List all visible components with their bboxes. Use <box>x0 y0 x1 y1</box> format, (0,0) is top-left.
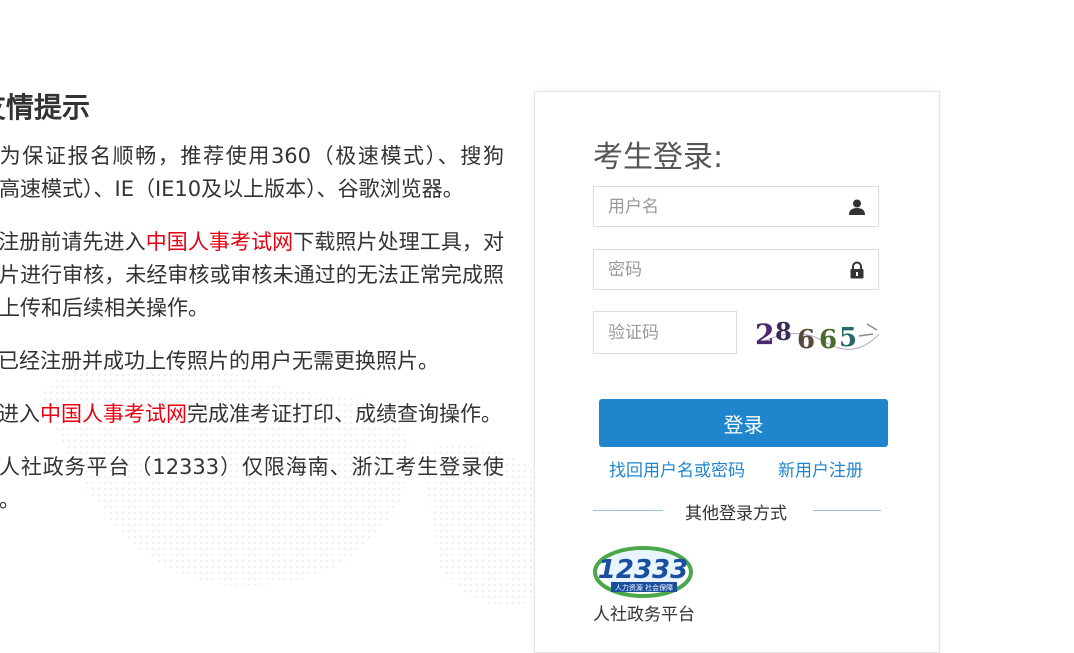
divider-left <box>593 510 663 511</box>
captcha-input[interactable] <box>594 312 728 353</box>
login-title: 考生登录: <box>593 140 724 175</box>
notice-item-4: 4.进入中国人事考试网完成准考证打印、成绩查询操作。 <box>0 398 504 431</box>
notice-title: 友情提示 <box>0 91 91 124</box>
user-icon <box>849 199 865 215</box>
lock-icon <box>850 261 864 279</box>
notice-item-5: 5.人社政务平台（12333）仅限海南、浙江考生登录使用。 <box>0 451 504 517</box>
notice-panel: 友情提示 1.为保证报名顺畅，推荐使用360（极速模式）、搜狗（高速模式）、IE… <box>0 88 504 537</box>
svg-text:2: 2 <box>755 318 774 351</box>
svg-text:6: 6 <box>797 325 815 355</box>
svg-text:5: 5 <box>839 323 857 353</box>
captcha-image[interactable]: 2 8 6 6 5 <box>755 314 881 356</box>
notice-text: 3.已经注册并成功上传照片的用户无需更换照片。 <box>0 349 440 373</box>
divider-right <box>813 510 881 511</box>
register-link[interactable]: 新用户注册 <box>778 456 863 481</box>
logo-number: 12333 <box>598 555 688 585</box>
notice-text: 1.为保证报名顺畅，推荐使用360（极速模式）、搜狗（高速模式）、IE（IE10… <box>0 144 504 201</box>
hrss-platform-label[interactable]: 人社政务平台 <box>593 600 695 625</box>
notice-text: 完成准考证打印、成绩查询操作。 <box>187 402 503 426</box>
captcha-field <box>593 311 737 354</box>
12333-logo-icon[interactable]: 12333 人力资源 社会保障 <box>593 538 697 600</box>
svg-text:8: 8 <box>775 317 792 346</box>
logo-subtext: 人力资源 社会保障 <box>615 583 673 592</box>
svg-text:6: 6 <box>819 325 837 355</box>
login-card: 考生登录: 2 8 6 6 5 登录 找回用户名或密码 新用户注册 其他登录方式 <box>534 91 940 653</box>
notice-list: 1.为保证报名顺畅，推荐使用360（极速模式）、搜狗（高速模式）、IE（IE10… <box>0 140 504 517</box>
username-field <box>593 186 879 227</box>
cpta-link[interactable]: 中国人事考试网 <box>146 230 294 254</box>
notice-text: 2.注册前请先进入 <box>0 230 146 254</box>
cpta-link[interactable]: 中国人事考试网 <box>40 402 187 426</box>
notice-item-3: 3.已经注册并成功上传照片的用户无需更换照片。 <box>0 345 504 378</box>
login-button[interactable]: 登录 <box>599 399 888 447</box>
other-login-methods-label: 其他登录方式 <box>685 504 787 524</box>
notice-item-2: 2.注册前请先进入中国人事考试网下载照片处理工具，对照片进行审核，未经审核或审核… <box>0 226 504 325</box>
username-input[interactable] <box>594 187 838 226</box>
password-input[interactable] <box>594 250 838 289</box>
forgot-password-link[interactable]: 找回用户名或密码 <box>609 456 745 481</box>
notice-text: 4.进入 <box>0 402 41 426</box>
password-field <box>593 249 879 290</box>
notice-item-1: 1.为保证报名顺畅，推荐使用360（极速模式）、搜狗（高速模式）、IE（IE10… <box>0 140 504 206</box>
notice-text: 5.人社政务平台（12333）仅限海南、浙江考生登录使用。 <box>0 455 504 512</box>
